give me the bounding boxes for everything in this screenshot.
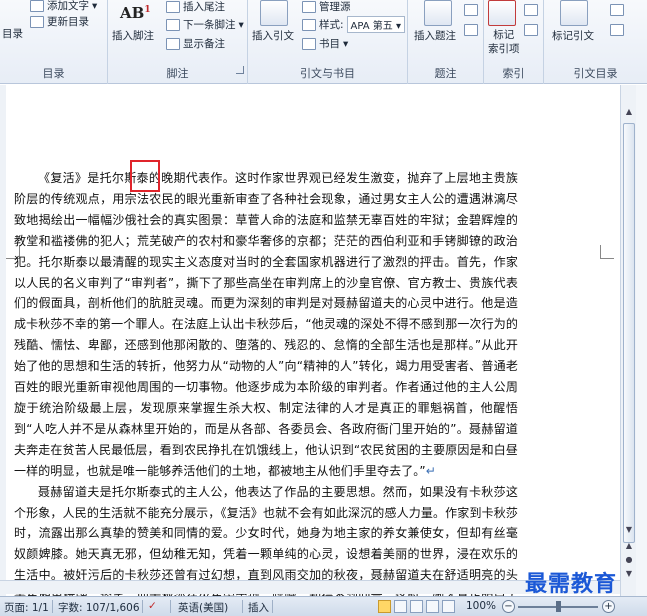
bibliography-icon xyxy=(302,37,316,50)
status-divider xyxy=(142,600,143,613)
insert-endnote-button[interactable]: 插入尾注 xyxy=(166,0,225,14)
update-table-icon[interactable] xyxy=(464,24,478,36)
web-layout-view-icon[interactable] xyxy=(410,600,423,613)
style-label: 样式: xyxy=(319,19,344,31)
mark-entry-button[interactable]: 标记 索引项 xyxy=(488,28,520,56)
insert-endnote-label: 插入尾注 xyxy=(183,1,225,13)
insert-footnote-button[interactable]: 插入脚注 xyxy=(112,28,154,43)
add-text-button[interactable]: 添加文字 ▾ xyxy=(30,0,97,13)
update-toc-label: 更新目录 xyxy=(47,16,89,28)
paragraph-mark: ↵ xyxy=(425,463,436,478)
select-browse-object-icon[interactable]: ● xyxy=(623,555,635,567)
vertical-ruler xyxy=(0,85,6,596)
watermark: 最需教育 xyxy=(525,572,618,597)
index-group-label: 索引 xyxy=(502,67,525,80)
manage-sources-label: 管理源 xyxy=(319,1,351,13)
scroll-up-icon[interactable]: ▲ xyxy=(623,107,635,119)
show-notes-icon xyxy=(166,37,180,50)
toc-label: 目录 xyxy=(2,28,23,40)
style-value: APA 第五 xyxy=(350,21,393,32)
status-divider xyxy=(52,600,53,613)
toc-button[interactable]: 目录 xyxy=(2,26,23,41)
footnote-group-label: 脚注 xyxy=(166,67,189,80)
status-divider xyxy=(170,600,171,613)
index-group: 标记 索引项 索引 xyxy=(484,0,544,84)
manage-sources-icon xyxy=(302,0,316,13)
footnote-highlight-box xyxy=(130,160,160,192)
chevron-down-icon: ▾ xyxy=(92,0,98,12)
authorities-group: 标记引文 引文目录 xyxy=(544,0,647,84)
insert-footnote-icon: AB1 xyxy=(120,4,151,22)
bibliography-label: 书目 xyxy=(319,38,340,50)
zoom-in-icon[interactable]: + xyxy=(602,600,615,613)
ribbon: 目录 添加文字 ▾ 更新目录 目录 AB1 插入脚注 插入尾注 下一条脚注 ▾ … xyxy=(0,0,647,84)
citation-style-select[interactable]: 样式: APA 第五 ▾ xyxy=(302,16,406,33)
zoom-out-icon[interactable]: − xyxy=(502,600,515,613)
draft-view-icon[interactable] xyxy=(442,600,455,613)
citation-group: 插入引文 管理源 样式: APA 第五 ▾ 书目 ▾ 引文与书目 xyxy=(248,0,408,84)
toc-group-label: 目录 xyxy=(42,67,65,80)
chevron-down-icon: ▾ xyxy=(343,37,349,50)
zoom-level[interactable]: 100% xyxy=(466,600,496,612)
mark-citation-icon xyxy=(560,0,588,26)
mark-entry-icon xyxy=(488,0,516,26)
page-indicator[interactable]: 页面: 1/1 xyxy=(4,600,49,615)
next-page-icon[interactable]: ▼ xyxy=(623,569,635,581)
toc-group: 目录 添加文字 ▾ 更新目录 目录 xyxy=(0,0,108,84)
outline-view-icon[interactable] xyxy=(426,600,439,613)
next-footnote-button[interactable]: 下一条脚注 ▾ xyxy=(166,17,244,32)
endnote-icon xyxy=(166,0,180,13)
mark-citation-button[interactable]: 标记引文 xyxy=(552,28,594,43)
update-authorities-icon[interactable] xyxy=(610,24,624,36)
insert-caption-button[interactable]: 插入题注 xyxy=(414,28,456,43)
footnote-group: AB1 插入脚注 插入尾注 下一条脚注 ▾ 显示备注 脚注 xyxy=(108,0,248,84)
insert-mode-indicator[interactable]: 插入 xyxy=(248,600,269,615)
caption-group-label: 题注 xyxy=(434,67,457,80)
word-count[interactable]: 字数: 107/1,606 xyxy=(58,600,140,615)
chevron-down-icon: ▾ xyxy=(238,18,244,31)
update-toc-icon xyxy=(30,15,44,28)
print-layout-view-icon[interactable] xyxy=(378,600,391,613)
vertical-scroll-thumb[interactable] xyxy=(623,123,635,543)
insert-citation-button[interactable]: 插入引文 xyxy=(252,28,294,43)
paragraph-1-text: 《复活》是托尔斯泰的晚期代表作。这时作家世界观已经发生激变，抛弃了上层地主贵族阶… xyxy=(14,171,518,478)
proofing-icon[interactable]: ✓ xyxy=(148,600,157,612)
next-footnote-label: 下一条脚注 xyxy=(183,19,236,31)
citation-group-label: 引文与书目 xyxy=(300,67,355,80)
show-notes-button[interactable]: 显示备注 xyxy=(166,36,225,51)
caption-group: 插入题注 题注 xyxy=(408,0,484,84)
paragraph-1[interactable]: 《复活》是托尔斯泰的晚期代表作。这时作家世界观已经发生激变，抛弃了上层地主贵族阶… xyxy=(14,168,518,482)
status-divider xyxy=(272,600,273,613)
zoom-slider-handle[interactable] xyxy=(556,601,561,612)
update-toc-button[interactable]: 更新目录 xyxy=(30,14,89,29)
insert-index-icon[interactable] xyxy=(524,4,538,16)
add-text-label: 添加文字 xyxy=(47,0,89,12)
margin-corner-top-right xyxy=(600,245,614,259)
previous-page-icon[interactable]: ▲ xyxy=(623,541,635,553)
style-icon xyxy=(302,18,316,31)
add-text-icon xyxy=(30,0,44,12)
manage-sources-button[interactable]: 管理源 xyxy=(302,0,351,14)
update-index-icon[interactable] xyxy=(524,24,538,36)
insert-authorities-icon[interactable] xyxy=(610,4,624,16)
status-bar: 页面: 1/1 字数: 107/1,606 ✓ 英语(美国) 插入 100% −… xyxy=(0,596,647,616)
bibliography-button[interactable]: 书目 ▾ xyxy=(302,36,348,51)
next-footnote-icon xyxy=(166,18,180,31)
full-screen-reading-view-icon[interactable] xyxy=(394,600,407,613)
document-body[interactable]: 《复活》是托尔斯泰的晚期代表作。这时作家世界观已经发生激变，抛弃了上层地主贵族阶… xyxy=(14,168,518,616)
authorities-group-label: 引文目录 xyxy=(573,67,618,80)
language-indicator[interactable]: 英语(美国) xyxy=(178,600,228,615)
status-divider xyxy=(242,600,243,613)
vertical-scrollbar[interactable]: ▲ ▼ ▲ ● ▼ xyxy=(620,85,636,596)
insert-caption-icon xyxy=(424,0,452,26)
insert-table-of-figures-icon[interactable] xyxy=(464,4,478,16)
style-dropdown[interactable]: APA 第五 ▾ xyxy=(346,16,406,33)
insert-citation-icon xyxy=(260,0,288,26)
scroll-down-icon[interactable]: ▼ xyxy=(623,525,635,537)
window-edge xyxy=(636,85,647,596)
show-notes-label: 显示备注 xyxy=(183,38,225,50)
